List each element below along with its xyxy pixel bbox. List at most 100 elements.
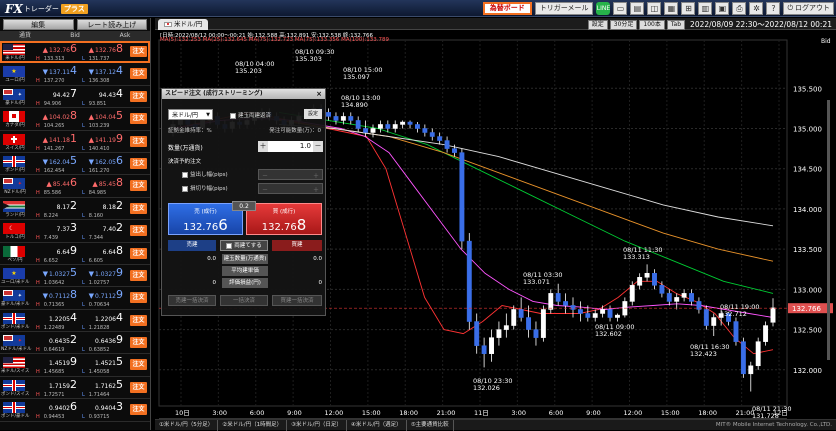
rate-row[interactable]: ポンド/豪ドル 0.94026 0.94043 H 0.94453 L 0.9371… xyxy=(0,399,150,422)
bid-price[interactable]: 1.71592 xyxy=(30,378,77,391)
layout-rows-icon[interactable]: ▤ xyxy=(630,2,645,15)
ask-price[interactable]: 0.94043 xyxy=(76,400,123,413)
tab-toggle[interactable]: Tab xyxy=(666,19,686,30)
ask-price[interactable]: ▲132.768 xyxy=(76,42,123,55)
rate-row[interactable]: 米ドル/円 ▲132.766 ▲132.768 H 133.313 L 131.73… xyxy=(0,41,150,64)
order-button[interactable]: 注文 xyxy=(130,225,147,237)
ask-price[interactable]: ▼162.056 xyxy=(76,154,123,167)
order-button[interactable]: 注文 xyxy=(130,359,147,371)
order-button[interactable]: 注文 xyxy=(130,90,147,102)
rate-row[interactable]: ポンド/円 ▼162.045 ▼162.056 H 162.454 L 161.27… xyxy=(0,153,150,176)
rate-row[interactable]: 米ドル/スイス 1.45199 1.45215 H 1.45685 L 1.4505… xyxy=(0,354,150,377)
bid-price[interactable]: ▲132.766 xyxy=(30,42,77,55)
edit-tab[interactable]: 編集 xyxy=(3,19,74,30)
order-button[interactable]: 注文 xyxy=(130,46,147,57)
stop-loss-checkbox[interactable]: 損切り幅(pips) xyxy=(182,184,228,192)
order-button[interactable]: 注文 xyxy=(130,68,147,80)
ask-price[interactable]: ▲85.458 xyxy=(76,176,123,189)
read-rate-tab[interactable]: レート読み上げ xyxy=(76,19,147,30)
ask-price[interactable]: 94.434 xyxy=(76,87,123,100)
ask-price[interactable]: ▲104.045 xyxy=(76,109,123,122)
bid-price[interactable]: ▲141.181 xyxy=(30,132,77,145)
ask-price[interactable]: ▼0.71129 xyxy=(76,288,123,301)
ask-price[interactable]: 8.182 xyxy=(76,199,123,212)
bar-count-select[interactable]: 100本 xyxy=(639,19,665,30)
layout-split-icon[interactable]: ◫ xyxy=(647,2,662,15)
order-button[interactable]: 注文 xyxy=(130,314,147,326)
dialog-settings-button[interactable]: 設定 xyxy=(304,109,322,119)
bottom-tab-2[interactable]: ②米ドル/円（1時間足） xyxy=(218,419,288,431)
order-button[interactable]: 注文 xyxy=(130,113,147,125)
order-button[interactable]: 注文 xyxy=(130,269,147,281)
ask-price[interactable]: 1.45215 xyxy=(76,355,123,368)
order-button[interactable]: 注文 xyxy=(130,337,147,349)
plus-button[interactable]: ＋ xyxy=(258,141,268,152)
layout-single-icon[interactable]: ▭ xyxy=(613,2,628,15)
bid-price[interactable]: 7.373 xyxy=(30,221,77,234)
order-button[interactable]: 注文 xyxy=(130,247,147,259)
ask-price[interactable]: ▼1.03279 xyxy=(76,266,123,279)
sell-close-all-button[interactable]: 売建一括決済 xyxy=(168,295,216,306)
ask-price[interactable]: 6.648 xyxy=(76,244,123,257)
bottom-tab-4[interactable]: ④米ドル/円（週足） xyxy=(347,419,407,431)
layout-grid-icon[interactable]: ▦ xyxy=(664,2,679,15)
bid-price[interactable]: 6.649 xyxy=(30,244,77,257)
rate-row[interactable]: ポンド/スイス 1.71592 1.71625 H 1.72571 L 1.7146… xyxy=(0,377,150,400)
rate-row[interactable]: ☾ トルコ/円 7.373 7.402 H 7.439 L 7.344 注文 xyxy=(0,220,150,243)
ask-price[interactable]: 1.22064 xyxy=(76,311,123,324)
ask-price[interactable]: 7.402 xyxy=(76,221,123,234)
rate-row[interactable]: ポンド/米ドル 1.22054 1.22064 H 1.22489 L 1.2182… xyxy=(0,310,150,333)
minus-button[interactable]: － xyxy=(313,141,323,152)
bottom-tab-1[interactable]: ①米ドル/円（5分足） xyxy=(155,419,219,431)
layout-wide-icon[interactable]: ▥ xyxy=(698,2,713,15)
bid-price[interactable]: 0.64352 xyxy=(30,333,77,346)
ask-price[interactable]: 1.71625 xyxy=(76,378,123,391)
trigger-mail-button[interactable]: トリガーメール xyxy=(534,2,594,15)
bid-price[interactable]: ▼1.03275 xyxy=(30,266,77,279)
logout-button[interactable]: ⏻ ログアウト xyxy=(783,2,834,15)
bid-price[interactable]: 8.172 xyxy=(30,199,77,212)
bid-price[interactable]: 0.94026 xyxy=(30,400,77,413)
rate-row[interactable]: スイス/円 ▲141.181 ▲141.199 H 141.267 L 140.41… xyxy=(0,131,150,153)
order-button[interactable]: 注文 xyxy=(130,135,147,147)
rate-row[interactable]: ✦ NZドル/円 ▲85.446 ▲85.458 H 85.586 L 84.985… xyxy=(0,175,150,198)
buy-close-button[interactable]: 買建 xyxy=(272,240,322,251)
stop-loss-input[interactable]: －＋ xyxy=(258,183,323,194)
save-icon[interactable]: ▣ xyxy=(715,2,730,15)
rate-row[interactable]: カナダ/円 ▲104.028 ▲104.045 H 104.265 L 103.23… xyxy=(0,108,150,131)
help-icon[interactable]: ? xyxy=(766,2,781,15)
sell-close-button[interactable]: 売建 xyxy=(168,240,216,251)
rate-row[interactable]: ✦ 豪ドル/円 94.427 94.434 H 94.906 L 93.851 注文 xyxy=(0,86,150,109)
bid-price[interactable]: ▲104.028 xyxy=(30,109,77,122)
gear-icon[interactable]: ✲ xyxy=(749,2,764,15)
dialog-title[interactable]: スピード注文 (成行ストリーミング) × xyxy=(162,89,325,99)
ask-price[interactable]: ▼137.124 xyxy=(76,64,123,77)
chart-tab[interactable]: 米ドル/円 xyxy=(158,19,209,30)
line-icon[interactable]: LINE xyxy=(596,2,611,15)
take-profit-checkbox[interactable]: 益出し幅(pips) xyxy=(182,170,228,178)
order-button[interactable]: 注文 xyxy=(130,292,147,304)
bid-price[interactable]: 1.22054 xyxy=(30,311,77,324)
speed-order-button[interactable]: 為替ボード xyxy=(482,2,532,15)
bid-price[interactable]: ▼162.045 xyxy=(30,154,77,167)
layout-quad-icon[interactable]: ⊞ xyxy=(681,2,696,15)
hedge-close-checkbox[interactable]: 建玉両建返済 xyxy=(230,111,271,119)
rate-row[interactable]: ★ ユーロ/円 ▼137.114 ▼137.124 H 137.270 L 136.… xyxy=(0,63,150,86)
hedge-checkbox[interactable]: 両建てする xyxy=(220,240,268,251)
buy-close-all-button[interactable]: 買建一括決済 xyxy=(272,295,322,306)
close-all-button[interactable]: 一括決済 xyxy=(220,295,268,306)
bottom-tab-3[interactable]: ③米ドル/円（日足） xyxy=(287,419,347,431)
bid-price[interactable]: 1.45199 xyxy=(30,355,77,368)
order-button[interactable]: 注文 xyxy=(130,157,147,169)
rate-row[interactable]: ペソ/円 6.649 6.648 H 6.652 L 6.605 注文 xyxy=(0,243,150,265)
bid-price[interactable]: ▲85.446 xyxy=(30,176,77,189)
rate-row[interactable]: ランド/円 8.172 8.182 H 8.224 L 8.160 注文 xyxy=(0,198,150,221)
order-button[interactable]: 注文 xyxy=(130,180,147,192)
take-profit-input[interactable]: －＋ xyxy=(258,169,323,180)
close-icon[interactable]: × xyxy=(316,89,322,99)
rate-row[interactable]: ✦ NZドル/米ドル 0.64352 0.64369 H 0.64619 L 0.6… xyxy=(0,332,150,355)
order-button[interactable]: 注文 xyxy=(130,202,147,214)
rate-row[interactable]: ✦ 豪ドル/米ドル ▼0.71128 ▼0.71129 H 0.71365 L 0.… xyxy=(0,287,150,310)
ask-price[interactable]: 0.64369 xyxy=(76,333,123,346)
chart-settings-button[interactable]: 設定 xyxy=(587,19,608,30)
